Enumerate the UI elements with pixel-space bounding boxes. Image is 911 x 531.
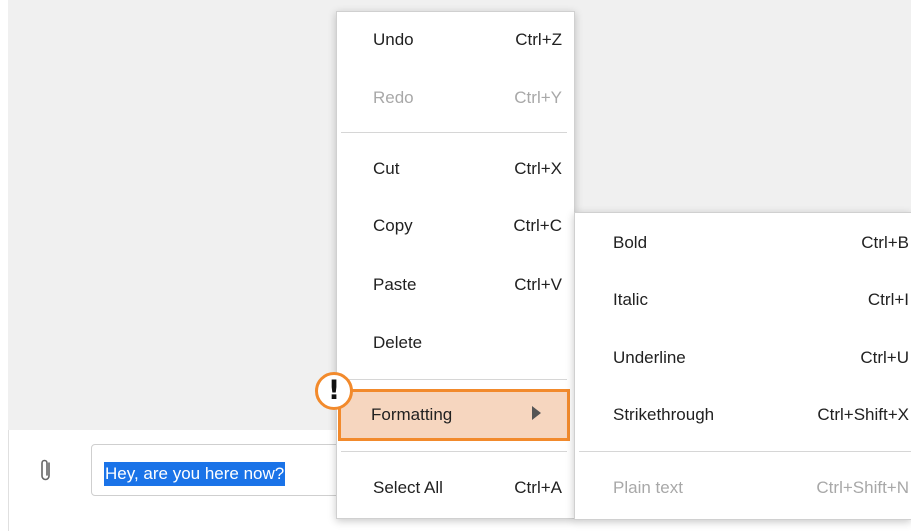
menu-item-cut[interactable]: Cut Ctrl+X [337, 152, 574, 186]
menu-item-shortcut: Ctrl+Z [515, 30, 562, 49]
submenu-arrow-icon [532, 406, 541, 420]
menu-separator [341, 132, 567, 133]
selected-message-text[interactable]: Hey, are you here now? [104, 462, 286, 486]
menu-item-select-all[interactable]: Select All Ctrl+A [337, 471, 574, 505]
menu-item-label: Italic [613, 290, 648, 309]
menu-separator [341, 451, 567, 452]
menu-item-shortcut: Ctrl+X [514, 159, 562, 178]
exclamation-icon: ! [315, 372, 353, 410]
menu-item-label: Select All [373, 478, 443, 497]
menu-item-shortcut: Ctrl+Shift+N [816, 478, 909, 497]
menu-item-label: Plain text [613, 478, 683, 497]
menu-item-copy[interactable]: Copy Ctrl+C [337, 209, 574, 243]
menu-item-shortcut: Ctrl+B [861, 233, 909, 252]
submenu-item-strikethrough[interactable]: Strikethrough Ctrl+Shift+X [575, 398, 911, 432]
menu-item-redo[interactable]: Redo Ctrl+Y [337, 81, 574, 115]
menu-item-label: Bold [613, 233, 648, 252]
menu-item-label: Delete [373, 333, 423, 352]
composer-divider [8, 430, 9, 531]
submenu-item-underline[interactable]: Underline Ctrl+U [575, 341, 911, 375]
menu-item-shortcut: Ctrl+U [860, 348, 909, 367]
menu-item-label: Underline [613, 348, 686, 367]
menu-item-shortcut: Ctrl+A [514, 478, 562, 497]
menu-item-shortcut: Ctrl+I [867, 290, 909, 309]
menu-item-label: Formatting [371, 405, 453, 424]
submenu-item-italic[interactable]: Italic Ctrl+I [575, 283, 911, 317]
menu-item-label: Undo [373, 30, 414, 49]
menu-item-label: Redo [373, 88, 414, 107]
menu-item-label: Cut [373, 159, 400, 178]
menu-item-undo[interactable]: Undo Ctrl+Z [337, 23, 574, 57]
menu-item-shortcut: Ctrl+C [513, 216, 562, 235]
menu-separator [341, 379, 567, 380]
paperclip-icon[interactable] [37, 457, 55, 485]
context-menu: Undo Ctrl+Z Redo Ctrl+Y Cut Ctrl+X Copy … [336, 11, 575, 519]
menu-item-paste[interactable]: Paste Ctrl+V [337, 268, 574, 302]
submenu-item-bold[interactable]: Bold Ctrl+B [575, 226, 911, 260]
menu-item-label: Copy [373, 216, 413, 235]
menu-item-shortcut: Ctrl+V [514, 275, 562, 294]
menu-item-shortcut: Ctrl+Shift+X [817, 405, 909, 424]
menu-item-label: Paste [373, 275, 417, 294]
formatting-submenu: Bold Ctrl+B Italic Ctrl+I Underline Ctrl… [574, 212, 911, 520]
menu-separator [579, 451, 911, 452]
menu-item-delete[interactable]: Delete [337, 326, 574, 360]
menu-item-label: Strikethrough [613, 405, 715, 424]
menu-item-shortcut: Ctrl+Y [514, 88, 562, 107]
submenu-item-plain-text[interactable]: Plain text Ctrl+Shift+N [575, 471, 911, 505]
